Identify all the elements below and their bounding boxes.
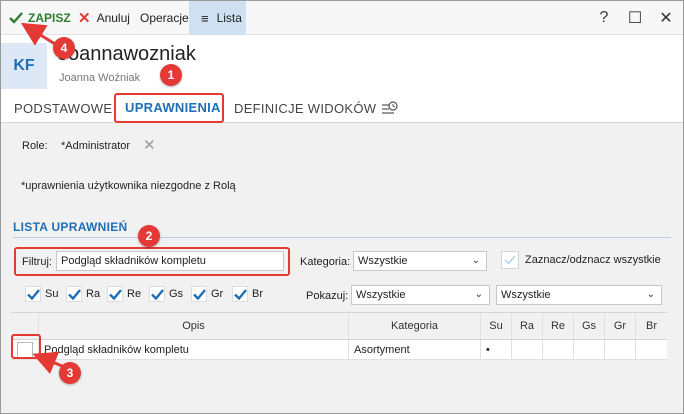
- highlight-row-checkbox: [11, 334, 41, 359]
- flag-gs-checkbox[interactable]: Gs: [149, 286, 183, 302]
- flag-label: Re: [127, 288, 142, 300]
- permissions-table: Opis Kategoria Su Ra Re Gs Gr Br Podgląd…: [11, 312, 667, 360]
- history-icon: [382, 100, 398, 114]
- checkmark-icon: [26, 288, 40, 300]
- flag-ra-checkbox[interactable]: Ra: [66, 286, 100, 302]
- list-button[interactable]: ≡ Lista: [189, 1, 246, 35]
- show-select-2-value: Wszystkie: [501, 289, 551, 301]
- flag-br-checkbox[interactable]: Br: [232, 286, 263, 302]
- permissions-note: *uprawnienia użytkownika niezgodne z Rol…: [21, 180, 236, 192]
- row-gr: [605, 340, 636, 359]
- show-select-1-value: Wszystkie: [356, 289, 406, 301]
- tab-view-definitions[interactable]: DEFINICJE WIDOKÓW: [234, 93, 376, 123]
- section-title: LISTA UPRAWNIEŃ: [13, 220, 128, 234]
- operations-label: Operacje: [140, 11, 189, 25]
- remove-role-icon[interactable]: ✕: [143, 136, 156, 154]
- row-re: [543, 340, 574, 359]
- tab-basic[interactable]: PODSTAWOWE: [14, 93, 112, 123]
- annotation-badge-2: 2: [138, 225, 160, 247]
- section-divider: [13, 237, 671, 238]
- annotation-badge-4: 4: [53, 37, 75, 59]
- role-label: Role:: [22, 140, 48, 152]
- toolbar: ZAPISZ ✕ Anuluj Operacje ≡ Lista ? ☐ ✕: [1, 1, 683, 35]
- help-button[interactable]: ?: [589, 1, 619, 35]
- flag-re-checkbox[interactable]: Re: [107, 286, 141, 302]
- flag-label: Ra: [86, 288, 101, 300]
- annotation-badge-3: 3: [59, 362, 81, 384]
- checkmark-icon: [504, 255, 516, 265]
- maximize-button[interactable]: ☐: [620, 1, 650, 35]
- cancel-label: Anuluj: [96, 11, 130, 25]
- category-select[interactable]: Wszystkie ⌄: [353, 251, 487, 271]
- column-header-gr[interactable]: Gr: [605, 313, 636, 339]
- chevron-down-icon: ⌄: [646, 289, 655, 300]
- checkbox-box: [191, 286, 207, 302]
- category-select-value: Wszystkie: [358, 255, 408, 267]
- column-header-kategoria[interactable]: Kategoria: [349, 313, 481, 339]
- table-row[interactable]: Podgląd składników kompletu Asortyment •: [11, 340, 667, 360]
- close-window-icon: ✕: [659, 10, 673, 27]
- column-header-opis[interactable]: Opis: [39, 313, 349, 339]
- chevron-down-icon: ⌄: [471, 255, 480, 266]
- help-icon: ?: [599, 9, 609, 26]
- checkmark-icon: [67, 288, 81, 300]
- checkmark-icon: [233, 288, 247, 300]
- flag-su-checkbox[interactable]: Su: [25, 286, 58, 302]
- column-header-ra[interactable]: Ra: [512, 313, 543, 339]
- hamburger-icon: ≡: [201, 10, 209, 26]
- show-select-1[interactable]: Wszystkie ⌄: [351, 285, 490, 305]
- avatar: KF: [1, 43, 47, 89]
- checkbox-box: [66, 286, 82, 302]
- close-window-button[interactable]: ✕: [651, 1, 681, 35]
- checkmark-icon: [192, 288, 206, 300]
- category-label: Kategoria:: [300, 256, 351, 268]
- row-opis: Podgląd składników kompletu: [39, 340, 349, 359]
- column-header-su[interactable]: Su: [481, 313, 512, 339]
- chevron-down-icon: ⌄: [474, 289, 483, 300]
- list-label: Lista: [216, 11, 242, 25]
- row-gs: [574, 340, 605, 359]
- maximize-icon: ☐: [627, 10, 643, 27]
- checkmark-icon: [108, 288, 122, 300]
- flag-label: Gr: [211, 288, 224, 300]
- flag-label: Su: [45, 288, 59, 300]
- row-su: •: [481, 340, 512, 359]
- show-select-2[interactable]: Wszystkie ⌄: [496, 285, 662, 305]
- save-label: ZAPISZ: [28, 11, 71, 25]
- column-header-gs[interactable]: Gs: [574, 313, 605, 339]
- checkmark-icon: [9, 12, 23, 24]
- history-tab[interactable]: [381, 93, 398, 123]
- toggle-all-label: Zaznacz/odznacz wszystkie: [525, 254, 661, 266]
- column-header-br[interactable]: Br: [636, 313, 667, 339]
- operations-menu[interactable]: Operacje: [140, 1, 189, 35]
- flag-label: Br: [252, 288, 263, 300]
- role-value: *Administrator: [61, 140, 131, 152]
- record-header: KF Joannawozniak Joanna Woźniak: [1, 35, 683, 93]
- checkbox-box: [107, 286, 123, 302]
- tab-bar: PODSTAWOWE UPRAWNIENIA DEFINICJE WIDOKÓW: [1, 93, 683, 123]
- user-full-name: Joanna Woźniak: [59, 72, 141, 84]
- checkbox-box: [149, 286, 165, 302]
- toggle-all-checkbox[interactable]: Zaznacz/odznacz wszystkie: [501, 251, 661, 269]
- column-header-re[interactable]: Re: [543, 313, 574, 339]
- row-br: [636, 340, 667, 359]
- toggle-all-box: [501, 251, 519, 269]
- row-kategoria: Asortyment: [349, 340, 481, 359]
- flag-label: Gs: [169, 288, 184, 300]
- close-icon: ✕: [78, 10, 91, 27]
- highlight-filter: [14, 247, 290, 276]
- annotation-badge-1: 1: [160, 64, 182, 86]
- flag-gr-checkbox[interactable]: Gr: [191, 286, 223, 302]
- page-title: Joannawozniak: [58, 43, 196, 65]
- checkmark-icon: [150, 288, 164, 300]
- cancel-button[interactable]: ✕ Anuluj: [78, 1, 130, 35]
- row-ra: [512, 340, 543, 359]
- highlight-permissions-tab: [114, 93, 224, 123]
- checkbox-box: [232, 286, 248, 302]
- show-label: Pokazuj:: [306, 290, 349, 302]
- table-header: Opis Kategoria Su Ra Re Gs Gr Br: [11, 313, 667, 340]
- save-button[interactable]: ZAPISZ: [9, 1, 71, 35]
- checkbox-box: [25, 286, 41, 302]
